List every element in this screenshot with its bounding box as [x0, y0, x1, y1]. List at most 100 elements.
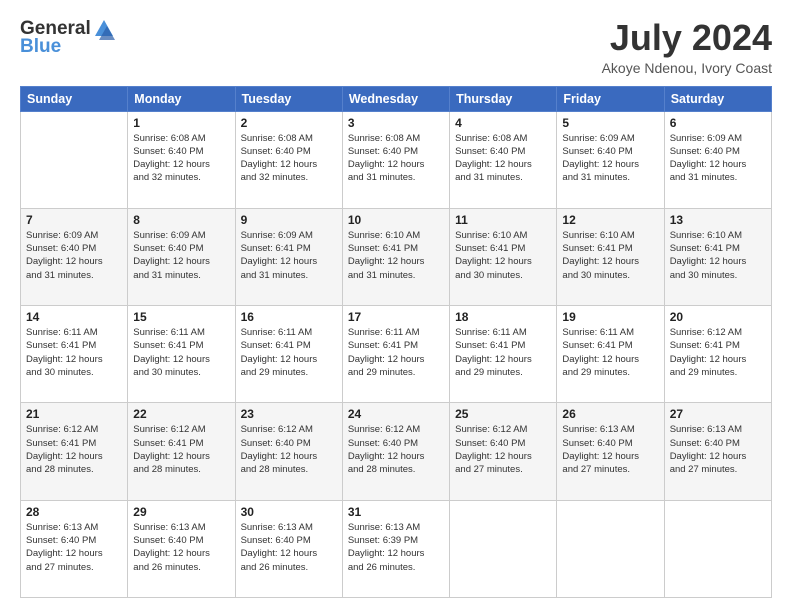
day-number: 11 [455, 213, 551, 227]
header-tuesday: Tuesday [235, 86, 342, 111]
location-subtitle: Akoye Ndenou, Ivory Coast [602, 60, 772, 76]
cell-info: Sunrise: 6:11 AMSunset: 6:41 PMDaylight:… [455, 326, 551, 379]
calendar-cell: 10 Sunrise: 6:10 AMSunset: 6:41 PMDayligh… [342, 208, 449, 305]
cell-info: Sunrise: 6:09 AMSunset: 6:40 PMDaylight:… [670, 132, 766, 185]
day-number: 25 [455, 407, 551, 421]
calendar-cell: 16 Sunrise: 6:11 AMSunset: 6:41 PMDayligh… [235, 306, 342, 403]
day-number: 15 [133, 310, 229, 324]
logo-blue: Blue [20, 36, 61, 58]
cell-info: Sunrise: 6:12 AMSunset: 6:40 PMDaylight:… [241, 423, 337, 476]
cell-info: Sunrise: 6:09 AMSunset: 6:40 PMDaylight:… [26, 229, 122, 282]
cell-info: Sunrise: 6:09 AMSunset: 6:40 PMDaylight:… [562, 132, 658, 185]
day-number: 5 [562, 116, 658, 130]
calendar-cell: 27 Sunrise: 6:13 AMSunset: 6:40 PMDayligh… [664, 403, 771, 500]
day-number: 17 [348, 310, 444, 324]
day-number: 21 [26, 407, 122, 421]
calendar-cell: 21 Sunrise: 6:12 AMSunset: 6:41 PMDayligh… [21, 403, 128, 500]
cell-info: Sunrise: 6:11 AMSunset: 6:41 PMDaylight:… [241, 326, 337, 379]
cell-info: Sunrise: 6:12 AMSunset: 6:41 PMDaylight:… [26, 423, 122, 476]
calendar-cell: 4 Sunrise: 6:08 AMSunset: 6:40 PMDaylight… [450, 111, 557, 208]
cell-info: Sunrise: 6:08 AMSunset: 6:40 PMDaylight:… [133, 132, 229, 185]
calendar-cell: 11 Sunrise: 6:10 AMSunset: 6:41 PMDayligh… [450, 208, 557, 305]
day-number: 12 [562, 213, 658, 227]
cell-info: Sunrise: 6:13 AMSunset: 6:39 PMDaylight:… [348, 521, 444, 574]
cell-info: Sunrise: 6:11 AMSunset: 6:41 PMDaylight:… [562, 326, 658, 379]
logo-icon [93, 18, 115, 40]
cell-info: Sunrise: 6:10 AMSunset: 6:41 PMDaylight:… [455, 229, 551, 282]
header-sunday: Sunday [21, 86, 128, 111]
calendar-cell: 14 Sunrise: 6:11 AMSunset: 6:41 PMDayligh… [21, 306, 128, 403]
calendar-cell: 25 Sunrise: 6:12 AMSunset: 6:40 PMDayligh… [450, 403, 557, 500]
calendar-table: Sunday Monday Tuesday Wednesday Thursday… [20, 86, 772, 598]
calendar-cell: 23 Sunrise: 6:12 AMSunset: 6:40 PMDayligh… [235, 403, 342, 500]
day-number: 1 [133, 116, 229, 130]
cell-info: Sunrise: 6:10 AMSunset: 6:41 PMDaylight:… [562, 229, 658, 282]
day-number: 22 [133, 407, 229, 421]
cell-info: Sunrise: 6:08 AMSunset: 6:40 PMDaylight:… [348, 132, 444, 185]
calendar-cell: 19 Sunrise: 6:11 AMSunset: 6:41 PMDayligh… [557, 306, 664, 403]
calendar-cell: 20Sunrise: 6:12 AMSunset: 6:41 PMDayligh… [664, 306, 771, 403]
calendar-cell: 8 Sunrise: 6:09 AMSunset: 6:40 PMDaylight… [128, 208, 235, 305]
cell-info: Sunrise: 6:13 AMSunset: 6:40 PMDaylight:… [241, 521, 337, 574]
calendar-cell: 31 Sunrise: 6:13 AMSunset: 6:39 PMDayligh… [342, 500, 449, 597]
calendar-cell: 22 Sunrise: 6:12 AMSunset: 6:41 PMDayligh… [128, 403, 235, 500]
cell-info: Sunrise: 6:13 AMSunset: 6:40 PMDaylight:… [670, 423, 766, 476]
cell-info: Sunrise: 6:12 AMSunset: 6:41 PMDaylight:… [670, 326, 766, 379]
calendar-week-row: 14 Sunrise: 6:11 AMSunset: 6:41 PMDayligh… [21, 306, 772, 403]
cell-info: Sunrise: 6:08 AMSunset: 6:40 PMDaylight:… [455, 132, 551, 185]
day-number: 30 [241, 505, 337, 519]
day-number: 8 [133, 213, 229, 227]
day-number: 28 [26, 505, 122, 519]
cell-info: Sunrise: 6:11 AMSunset: 6:41 PMDaylight:… [133, 326, 229, 379]
cell-info: Sunrise: 6:12 AMSunset: 6:40 PMDaylight:… [455, 423, 551, 476]
day-number: 4 [455, 116, 551, 130]
header-wednesday: Wednesday [342, 86, 449, 111]
day-number: 23 [241, 407, 337, 421]
cell-info: Sunrise: 6:11 AMSunset: 6:41 PMDaylight:… [26, 326, 122, 379]
cell-info: Sunrise: 6:12 AMSunset: 6:40 PMDaylight:… [348, 423, 444, 476]
cell-info: Sunrise: 6:13 AMSunset: 6:40 PMDaylight:… [26, 521, 122, 574]
calendar-cell [450, 500, 557, 597]
cell-info: Sunrise: 6:13 AMSunset: 6:40 PMDaylight:… [562, 423, 658, 476]
header-monday: Monday [128, 86, 235, 111]
cell-info: Sunrise: 6:12 AMSunset: 6:41 PMDaylight:… [133, 423, 229, 476]
month-title: July 2024 [602, 18, 772, 58]
day-number: 18 [455, 310, 551, 324]
calendar-cell [21, 111, 128, 208]
cell-info: Sunrise: 6:10 AMSunset: 6:41 PMDaylight:… [670, 229, 766, 282]
header: General Blue July 2024 Akoye Ndenou, Ivo… [20, 18, 772, 76]
calendar-cell: 7Sunrise: 6:09 AMSunset: 6:40 PMDaylight… [21, 208, 128, 305]
calendar-cell: 6Sunrise: 6:09 AMSunset: 6:40 PMDaylight… [664, 111, 771, 208]
day-number: 19 [562, 310, 658, 324]
calendar-cell: 15 Sunrise: 6:11 AMSunset: 6:41 PMDayligh… [128, 306, 235, 403]
cell-info: Sunrise: 6:11 AMSunset: 6:41 PMDaylight:… [348, 326, 444, 379]
calendar-cell: 17 Sunrise: 6:11 AMSunset: 6:41 PMDayligh… [342, 306, 449, 403]
cell-info: Sunrise: 6:09 AMSunset: 6:40 PMDaylight:… [133, 229, 229, 282]
title-area: July 2024 Akoye Ndenou, Ivory Coast [602, 18, 772, 76]
calendar-cell: 9Sunrise: 6:09 AMSunset: 6:41 PMDaylight… [235, 208, 342, 305]
day-number: 26 [562, 407, 658, 421]
day-number: 9 [241, 213, 337, 227]
day-number: 10 [348, 213, 444, 227]
calendar-cell: 24 Sunrise: 6:12 AMSunset: 6:40 PMDayligh… [342, 403, 449, 500]
day-number: 27 [670, 407, 766, 421]
calendar-cell: 12 Sunrise: 6:10 AMSunset: 6:41 PMDayligh… [557, 208, 664, 305]
day-number: 31 [348, 505, 444, 519]
calendar-cell: 29Sunrise: 6:13 AMSunset: 6:40 PMDayligh… [128, 500, 235, 597]
calendar-cell: 18 Sunrise: 6:11 AMSunset: 6:41 PMDayligh… [450, 306, 557, 403]
cell-info: Sunrise: 6:10 AMSunset: 6:41 PMDaylight:… [348, 229, 444, 282]
header-friday: Friday [557, 86, 664, 111]
calendar-cell [664, 500, 771, 597]
weekday-header-row: Sunday Monday Tuesday Wednesday Thursday… [21, 86, 772, 111]
calendar-cell: 13Sunrise: 6:10 AMSunset: 6:41 PMDayligh… [664, 208, 771, 305]
calendar-cell: 2Sunrise: 6:08 AMSunset: 6:40 PMDaylight… [235, 111, 342, 208]
calendar-week-row: 7Sunrise: 6:09 AMSunset: 6:40 PMDaylight… [21, 208, 772, 305]
day-number: 14 [26, 310, 122, 324]
day-number: 2 [241, 116, 337, 130]
calendar-cell: 30 Sunrise: 6:13 AMSunset: 6:40 PMDayligh… [235, 500, 342, 597]
day-number: 24 [348, 407, 444, 421]
day-number: 16 [241, 310, 337, 324]
logo: General Blue [20, 18, 117, 58]
calendar-cell [557, 500, 664, 597]
day-number: 29 [133, 505, 229, 519]
